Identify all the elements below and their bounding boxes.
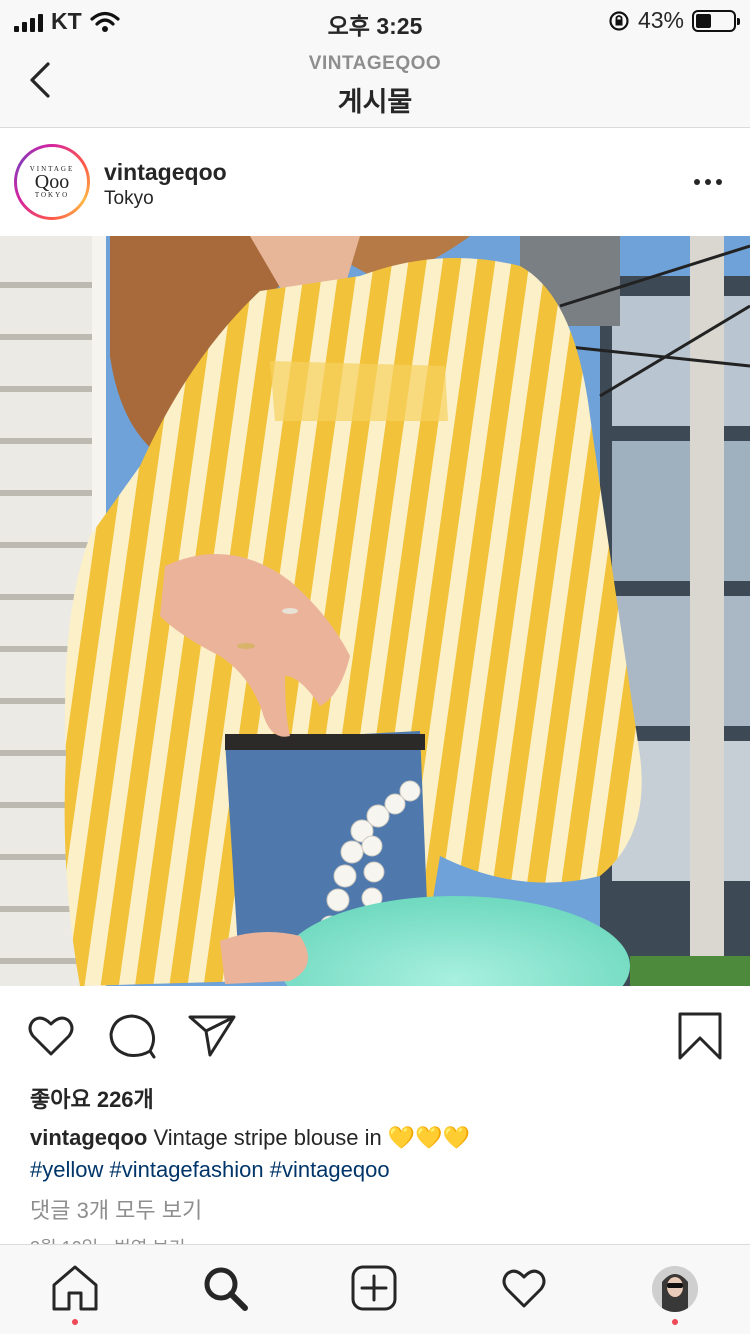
caption-hashtags[interactable]: #yellow #vintagefashion #vintageqoo — [30, 1157, 390, 1182]
activity-heart-icon[interactable] — [499, 1263, 549, 1313]
home-notification-dot — [72, 1319, 78, 1325]
logo-text-middle: Qoo — [34, 171, 70, 193]
caption-text: Vintage stripe blouse in 💛💛💛 — [153, 1125, 471, 1150]
caption-username[interactable]: vintageqoo — [30, 1125, 147, 1150]
profile-notification-dot — [672, 1319, 678, 1325]
add-post-icon[interactable] — [349, 1263, 399, 1313]
page-title: 게시물 — [337, 87, 413, 117]
battery-icon — [692, 9, 740, 32]
view-all-comments-link[interactable]: 댓글 3개 모두 보기 — [30, 1193, 202, 1225]
comment-icon[interactable] — [106, 1010, 158, 1062]
post-date: 3월 10일 · 번역 보기 — [30, 1234, 185, 1244]
post-actions — [0, 986, 750, 1076]
logo-text-bottom: TOKYO — [34, 191, 70, 199]
nav-subtitle: VINTAGEQOO — [308, 53, 442, 74]
caption: vintageqoo Vintage stripe blouse in 💛💛💛 … — [30, 1122, 730, 1186]
home-icon[interactable] — [50, 1263, 100, 1313]
heart-icon[interactable] — [25, 1010, 77, 1062]
more-options-icon[interactable] — [694, 179, 722, 185]
profile-avatar[interactable] — [652, 1266, 698, 1312]
profile-photo — [652, 1266, 698, 1312]
nav-bar: VINTAGEQOO 게시물 — [0, 40, 750, 128]
post-username[interactable]: vintageqoo — [104, 159, 227, 186]
likes-count[interactable]: 좋아요 226개 — [30, 1082, 154, 1114]
post-header: VINTAGE Qoo TOKYO vintageqoo Tokyo — [0, 129, 750, 235]
photo-illustration — [0, 236, 750, 986]
brand-logo: VINTAGE Qoo TOKYO — [17, 147, 87, 217]
battery-percent: 43% — [637, 7, 684, 33]
paper-plane-icon[interactable] — [186, 1010, 238, 1062]
bookmark-icon[interactable] — [674, 1010, 726, 1062]
status-bar: KT 오후 3:25 43% — [0, 0, 750, 40]
search-icon[interactable] — [200, 1263, 250, 1313]
tab-bar — [0, 1244, 750, 1334]
post-photo[interactable] — [0, 236, 750, 986]
rotation-lock-icon — [609, 10, 629, 31]
post-location[interactable]: Tokyo — [104, 188, 154, 210]
avatar[interactable]: VINTAGE Qoo TOKYO — [14, 144, 90, 220]
battery-group: 43% — [608, 7, 740, 34]
